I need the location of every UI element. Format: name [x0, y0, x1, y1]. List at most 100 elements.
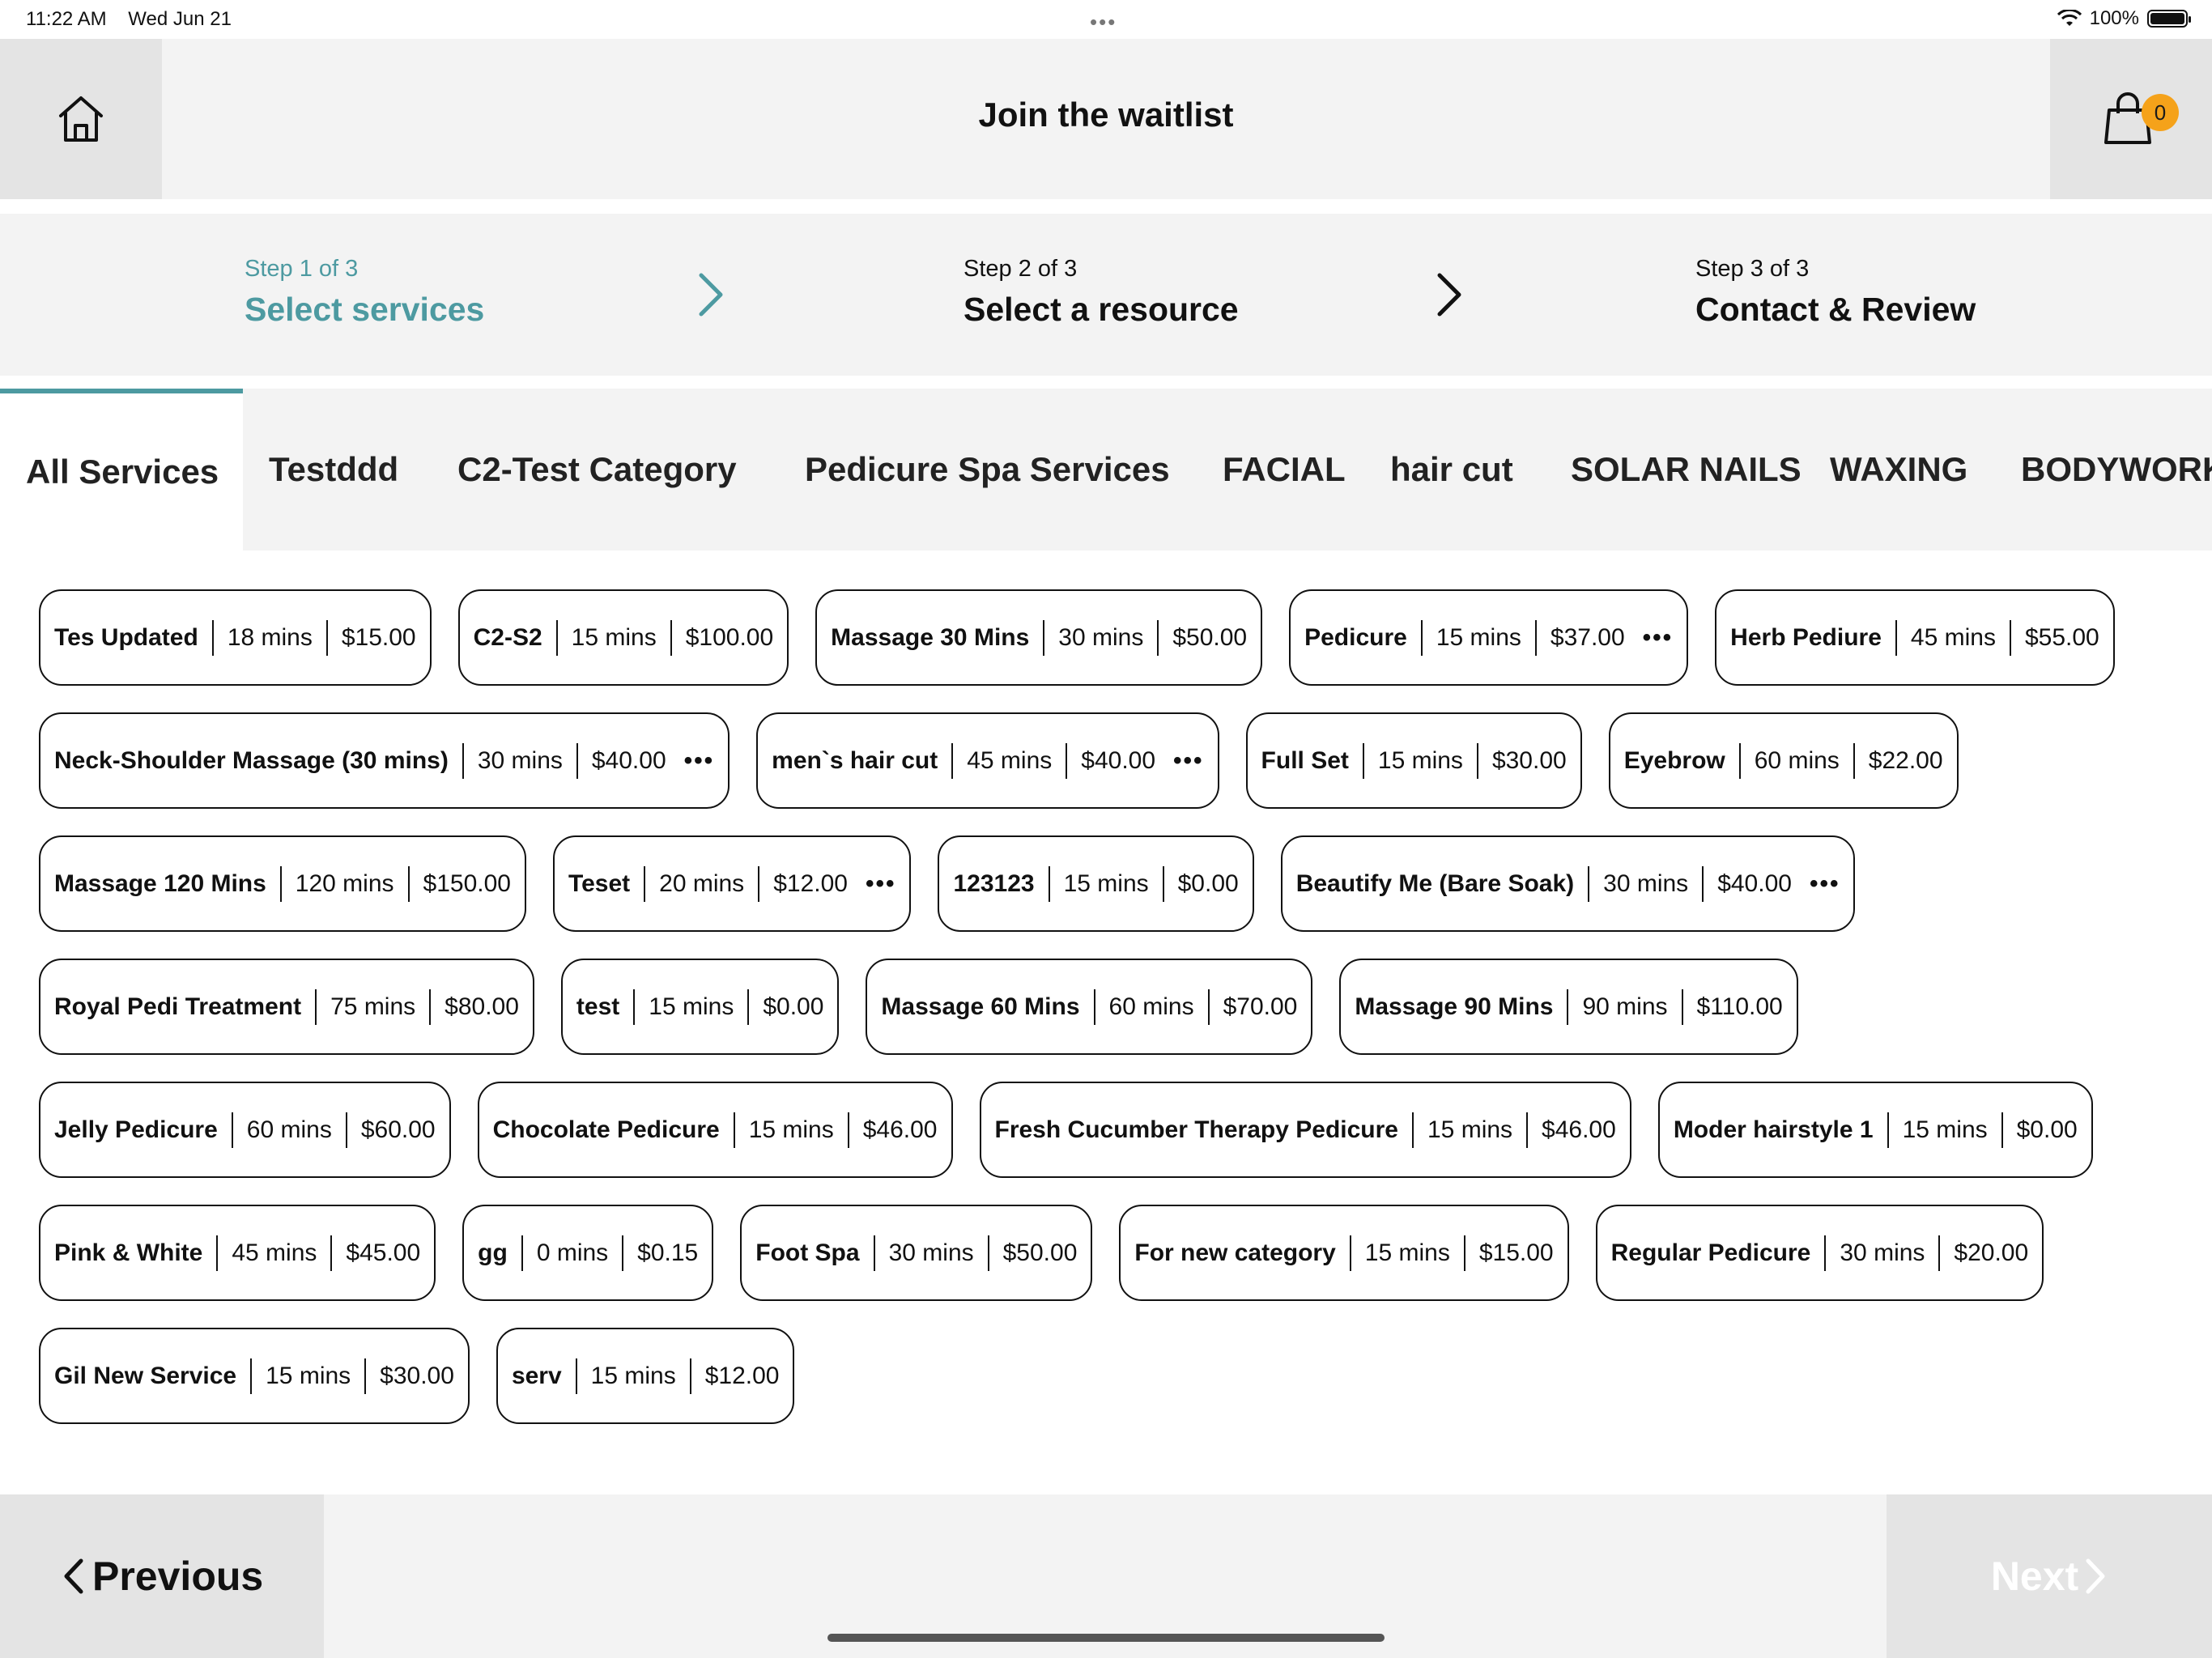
service-chip[interactable]: Moder hairstyle 1 15 mins $0.00 [1657, 1082, 2093, 1178]
service-duration: 60 mins [1108, 993, 1194, 1020]
divider [733, 1112, 735, 1148]
service-chip[interactable]: For new category 15 mins $15.00 [1119, 1205, 1569, 1301]
service-chip[interactable]: Foot Spa 30 mins $50.00 [740, 1205, 1093, 1301]
tab-waxing[interactable]: WAXING [1830, 389, 1967, 551]
step-1-sub: Step 1 of 3 [245, 256, 359, 282]
more-options-icon[interactable]: ••• [1173, 747, 1204, 775]
home-indicator[interactable] [827, 1634, 1385, 1642]
more-options-icon[interactable]: ••• [866, 870, 896, 898]
service-chip[interactable]: Herb Pediure 45 mins $55.00 [1715, 589, 2115, 686]
service-price: $22.00 [1868, 746, 1943, 774]
status-time-date: 11:22 AM Wed Jun 21 [26, 8, 232, 31]
divider [1463, 1235, 1465, 1271]
service-duration: 30 mins [1058, 623, 1144, 651]
service-duration: 15 mins [1436, 623, 1521, 651]
service-duration: 15 mins [571, 623, 657, 651]
tab-bodywork[interactable]: BODYWORK [2021, 389, 2212, 551]
service-chip[interactable]: Massage 120 Mins 120 mins $150.00 [39, 835, 526, 932]
services-row: Massage 120 Mins 120 mins $150.00 Teset 20 m… [39, 835, 2176, 932]
service-duration: 20 mins [659, 869, 745, 897]
service-price: $46.00 [862, 1116, 938, 1143]
service-chip[interactable]: 123123 15 mins $0.00 [938, 835, 1254, 932]
service-price: $30.00 [1491, 746, 1567, 774]
service-chip[interactable]: Royal Pedi Treatment 75 mins $80.00 [39, 959, 534, 1055]
next-button[interactable]: Next [1887, 1494, 2212, 1658]
service-chip[interactable]: Massage 90 Mins 90 mins $110.00 [1339, 959, 1798, 1055]
tab-facial[interactable]: FACIAL [1223, 389, 1346, 551]
chevron-right-icon [2086, 1558, 2105, 1594]
service-name: Massage 30 Mins [831, 623, 1030, 651]
service-chip[interactable]: Neck-Shoulder Massage (30 mins) 30 mins $4… [39, 712, 730, 809]
service-chip[interactable]: test 15 mins $0.00 [560, 959, 840, 1055]
chevron-right-icon [1437, 273, 1461, 317]
service-duration: 45 mins [232, 1239, 317, 1266]
service-chip[interactable]: Regular Pedicure 30 mins $20.00 [1595, 1205, 2044, 1301]
multitasking-dots-icon[interactable]: ••• [1090, 10, 1117, 35]
service-name: Massage 90 Mins [1355, 993, 1554, 1020]
service-chip[interactable]: Gil New Service 15 mins $30.00 [39, 1328, 470, 1424]
service-duration: 15 mins [1902, 1116, 1988, 1143]
more-options-icon[interactable]: ••• [1810, 870, 1840, 898]
cart-button[interactable]: 0 [2050, 39, 2212, 199]
tab-all-services[interactable]: All Services [0, 389, 243, 551]
divider [1412, 1112, 1414, 1148]
divider [364, 1358, 367, 1394]
service-price: $40.00 [591, 746, 666, 774]
divider [1048, 865, 1050, 902]
service-chip[interactable]: Chocolate Pedicure 15 mins $46.00 [477, 1082, 953, 1178]
service-chip[interactable]: men`s hair cut 45 mins $40.00 ••• [756, 712, 1219, 809]
header: Join the waitlist 0 [0, 39, 2212, 199]
service-chip[interactable]: Massage 60 Mins 60 mins $70.00 [866, 959, 1313, 1055]
divider [1534, 619, 1537, 656]
service-price: $37.00 [1550, 623, 1625, 651]
service-chip[interactable]: Teset 20 mins $12.00 ••• [552, 835, 912, 932]
service-chip[interactable]: Full Set 15 mins $30.00 [1245, 712, 1582, 809]
tab-testddd[interactable]: Testddd [269, 389, 398, 551]
service-chip[interactable]: serv 15 mins $12.00 [496, 1328, 795, 1424]
tab-solar-nails[interactable]: SOLAR NAILS [1571, 389, 1802, 551]
service-name: Tes Updated [54, 623, 198, 651]
tab-hair-cut[interactable]: hair cut [1390, 389, 1513, 551]
divider [987, 1235, 989, 1271]
service-duration: 30 mins [888, 1239, 974, 1266]
service-name: Fresh Cucumber Therapy Pedicure [994, 1116, 1399, 1143]
service-price: $150.00 [423, 869, 511, 897]
service-price: $0.00 [2016, 1116, 2078, 1143]
divider [1738, 742, 1741, 779]
service-chip[interactable]: Beautify Me (Bare Soak) 30 mins $40.00 ••• [1280, 835, 1856, 932]
service-name: Massage 120 Mins [54, 869, 266, 897]
step-1: Step 1 of 3 Select services [245, 256, 484, 329]
previous-button[interactable]: Previous [0, 1494, 324, 1658]
divider [1702, 865, 1704, 902]
service-price: $46.00 [1542, 1116, 1616, 1143]
tab-pedicure-spa-services[interactable]: Pedicure Spa Services [805, 389, 1170, 551]
service-chip[interactable]: Pink & White 45 mins $45.00 [39, 1205, 436, 1301]
service-name: C2-S2 [473, 623, 542, 651]
more-options-icon[interactable]: ••• [684, 747, 715, 775]
service-chip[interactable]: gg 0 mins $0.15 [462, 1205, 714, 1301]
service-chip[interactable]: Jelly Pedicure 60 mins $60.00 [39, 1082, 451, 1178]
service-duration: 15 mins [649, 993, 734, 1020]
services-row: Gil New Service 15 mins $30.00 serv 15 mins $… [39, 1328, 2176, 1424]
service-chip[interactable]: Massage 30 Mins 30 mins $50.00 [815, 589, 1263, 686]
service-duration: 60 mins [1754, 746, 1840, 774]
more-options-icon[interactable]: ••• [1643, 624, 1674, 652]
service-chip[interactable]: Fresh Cucumber Therapy Pedicure 15 mins $4… [979, 1082, 1631, 1178]
divider [330, 1235, 333, 1271]
service-price: $80.00 [445, 993, 519, 1020]
service-name: Jelly Pedicure [54, 1116, 218, 1143]
step-3-sub: Step 3 of 3 [1695, 256, 1810, 282]
divider [1162, 865, 1164, 902]
tab-c2-test-category[interactable]: C2-Test Category [457, 389, 737, 551]
service-name: Pedicure [1304, 623, 1407, 651]
tab-label: All Services [26, 453, 219, 491]
divider [670, 619, 672, 656]
service-chip[interactable]: Tes Updated 18 mins $15.00 [39, 589, 432, 686]
service-chip[interactable]: C2-S2 15 mins $100.00 [457, 589, 789, 686]
divider [1093, 988, 1095, 1025]
divider [1681, 988, 1683, 1025]
service-name: Moder hairstyle 1 [1673, 1116, 1874, 1143]
service-chip[interactable]: Eyebrow 60 mins $22.00 [1608, 712, 1959, 809]
divider [622, 1235, 624, 1271]
service-chip[interactable]: Pedicure 15 mins $37.00 ••• [1289, 589, 1689, 686]
